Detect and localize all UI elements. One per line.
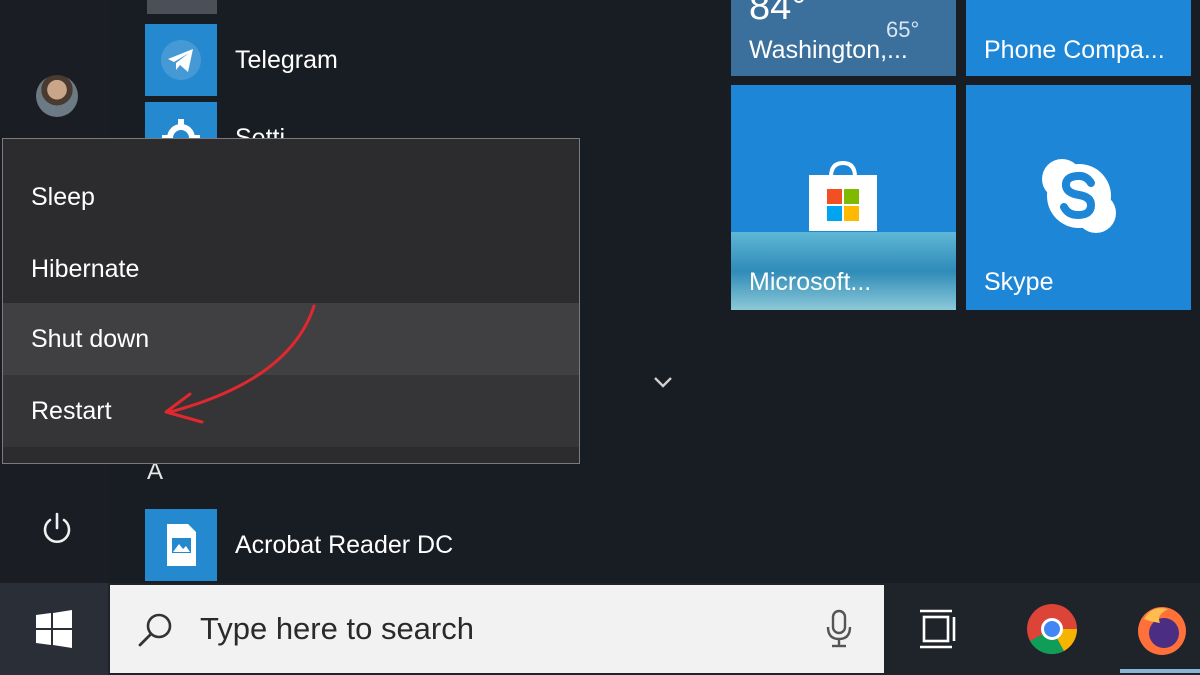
- firefox-icon[interactable]: [1134, 601, 1190, 657]
- skype-tile[interactable]: Skype: [966, 85, 1191, 310]
- chrome-icon[interactable]: [1024, 601, 1080, 657]
- menu-item-restart[interactable]: Restart: [3, 375, 579, 447]
- menu-label-hibernate: Hibernate: [31, 254, 140, 283]
- windows-logo-icon: [36, 610, 72, 648]
- phone-companion-label: Phone Compa...: [984, 36, 1165, 64]
- search-icon: [138, 613, 172, 647]
- phone-companion-tile[interactable]: Phone Compa...: [966, 0, 1191, 76]
- start-menu: Telegram Setti: [0, 0, 1200, 583]
- store-bag-icon: [809, 160, 877, 231]
- menu-label-shut-down: Shut down: [31, 324, 150, 353]
- taskbar: Type here to search: [0, 583, 1200, 675]
- search-placeholder: Type here to search: [200, 611, 474, 646]
- store-label: Microsoft...: [749, 268, 872, 296]
- menu-label-sleep: Sleep: [31, 182, 95, 211]
- search-bar[interactable]: Type here to search: [110, 585, 884, 673]
- weather-tile[interactable]: 84° 65° Washington,...: [731, 0, 956, 76]
- weather-city: Washington,...: [749, 36, 908, 64]
- app-label-acrobat: Acrobat Reader DC: [235, 530, 454, 559]
- user-avatar[interactable]: [36, 75, 78, 117]
- menu-item-sleep[interactable]: Sleep: [3, 161, 579, 233]
- weather-temp: 84°: [749, 0, 807, 28]
- skype-icon: [1042, 159, 1116, 233]
- power-options-menu: Sleep Hibernate Shut down Restart: [2, 138, 580, 464]
- microsoft-store-tile[interactable]: Microsoft...: [731, 85, 956, 310]
- app-label-telegram: Telegram: [235, 45, 338, 74]
- firefox-active-indicator: [1120, 669, 1200, 673]
- chevron-down-icon[interactable]: [650, 372, 676, 392]
- acrobat-icon: [145, 509, 217, 581]
- telegram-icon: [145, 24, 217, 96]
- start-button[interactable]: [0, 583, 108, 675]
- menu-item-shut-down[interactable]: Shut down: [3, 303, 579, 375]
- menu-label-restart: Restart: [31, 396, 112, 425]
- app-item-telegram[interactable]: Telegram: [145, 24, 665, 96]
- app-item-acrobat[interactable]: Acrobat Reader DC: [145, 509, 665, 581]
- menu-item-hibernate[interactable]: Hibernate: [3, 233, 579, 305]
- power-icon[interactable]: [38, 510, 76, 548]
- microphone-icon[interactable]: [824, 609, 854, 649]
- skype-label: Skype: [984, 268, 1054, 296]
- task-view-icon[interactable]: [910, 601, 966, 657]
